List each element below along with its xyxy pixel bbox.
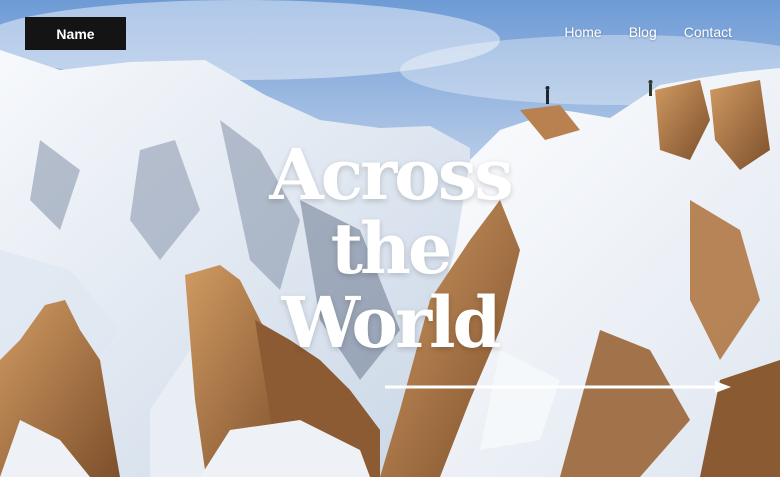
brand-logo-button[interactable]: Name [25,17,126,50]
main-nav: Home Blog Contact [564,22,732,42]
nav-link-home[interactable]: Home [564,22,601,42]
hero-section: Name Home Blog Contact Across the World [0,0,780,477]
nav-link-contact[interactable]: Contact [684,22,732,42]
hero-title-line-2: the [330,207,453,290]
hero-title: Across the World [230,138,550,360]
hero-title-line-3: World [281,281,501,364]
nav-link-blog[interactable]: Blog [629,22,657,42]
arrow-right-icon[interactable] [385,380,733,394]
hero-title-line-1: Across [269,133,513,216]
